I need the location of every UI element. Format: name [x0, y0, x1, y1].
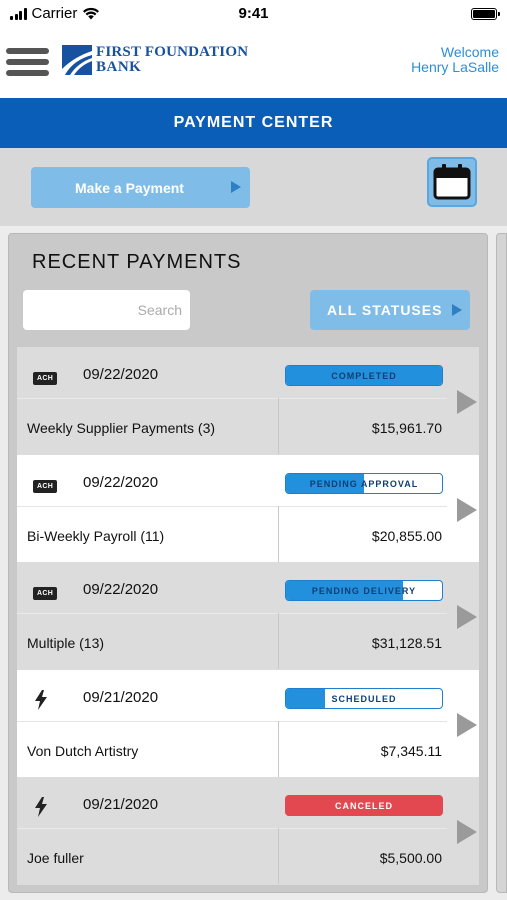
payment-date: 09/22/2020 [83, 366, 159, 383]
payment-description: Weekly Supplier Payments (3) [27, 420, 216, 436]
recent-payments-panel: RECENT PAYMENTS ALL STATUSES ACH 09/22/2… [8, 233, 488, 893]
chevron-right-icon[interactable] [457, 497, 477, 522]
payment-row[interactable]: ACH 09/22/2020 PENDING DELIVERY Multiple… [17, 562, 479, 670]
make-payment-button[interactable]: Make a Payment [31, 167, 250, 208]
payment-description: Von Dutch Artistry [27, 742, 139, 759]
payment-description: Multiple (13) [27, 635, 105, 651]
payment-description: Bi-Weekly Payroll (11) [27, 527, 165, 544]
menu-icon[interactable] [6, 48, 49, 76]
status-label: PENDING DELIVERY [311, 586, 417, 596]
bank-logo: FIRST FOUNDATION BANK [62, 45, 248, 75]
payment-date: 09/22/2020 [83, 581, 159, 598]
payment-amount: $31,128.51 [371, 635, 442, 651]
status-progress-bar: PENDING DELIVERY [285, 580, 443, 601]
ach-icon: ACH [33, 582, 58, 600]
calendar-icon [433, 164, 471, 200]
bank-logo-mark-icon [62, 45, 92, 75]
section-heading: RECENT PAYMENTS [32, 251, 242, 273]
search-input[interactable] [23, 290, 190, 330]
status-progress-bar: COMPLETED [285, 365, 443, 386]
calendar-button[interactable] [427, 157, 477, 207]
ach-icon: ACH [33, 367, 58, 385]
payment-amount: $7,345.11 [380, 742, 442, 759]
status-progress-bar: SCHEDULED [285, 687, 443, 709]
lightning-icon [33, 797, 49, 817]
welcome-message: Welcome Henry LaSalle [411, 45, 499, 75]
action-bar: Make a Payment [0, 148, 507, 226]
payment-row[interactable]: ACH 09/22/2020 PENDING APPROVAL Bi-Weekl… [17, 454, 479, 562]
logo-line-2: BANK [96, 59, 142, 75]
payment-amount: $5,500.00 [379, 850, 442, 866]
status-label: SCHEDULED [331, 693, 397, 704]
chevron-right-icon[interactable] [457, 712, 477, 737]
payment-date: 09/22/2020 [83, 473, 159, 491]
status-label: COMPLETED [331, 371, 397, 381]
chevron-right-icon[interactable] [457, 390, 477, 414]
status-progress-bar: CANCELED [285, 795, 443, 816]
ach-icon: ACH [33, 475, 58, 493]
status-bar: Carrier 9:41 [0, 0, 507, 28]
payment-row[interactable]: 09/21/2020 CANCELED Joe fuller $5,500.00 [17, 777, 479, 885]
payment-date: 09/21/2020 [83, 688, 159, 706]
payment-amount: $20,855.00 [371, 527, 442, 544]
payment-description: Joe fuller [27, 850, 84, 866]
status-label: PENDING APPROVAL [309, 478, 419, 489]
page-title: PAYMENT CENTER [0, 98, 507, 148]
welcome-label: Welcome [440, 44, 499, 60]
status-filter-label: ALL STATUSES [327, 302, 443, 318]
status-filter-button[interactable]: ALL STATUSES [310, 290, 470, 330]
app-header: FIRST FOUNDATION BANK Welcome Henry LaSa… [0, 28, 507, 98]
battery-icon [471, 8, 500, 20]
play-arrow-icon [231, 181, 241, 193]
make-payment-label: Make a Payment [75, 179, 184, 196]
status-label: CANCELED [334, 801, 393, 811]
clock: 9:41 [238, 5, 269, 22]
chevron-right-icon[interactable] [457, 820, 477, 844]
payments-list: ACH 09/22/2020 COMPLETED Weekly Supplier… [17, 347, 479, 885]
status-progress-bar: PENDING APPROVAL [285, 472, 443, 494]
chevron-right-icon[interactable] [457, 605, 477, 629]
lightning-icon [33, 689, 49, 710]
payment-date: 09/21/2020 [83, 796, 159, 813]
payment-row[interactable]: 09/21/2020 SCHEDULED Von Dutch Artistry … [17, 669, 479, 777]
logo-line-1: FIRST FOUNDATION [96, 44, 249, 60]
payment-row[interactable]: ACH 09/22/2020 COMPLETED Weekly Supplier… [17, 347, 479, 455]
play-arrow-icon [452, 304, 462, 316]
payment-amount: $15,961.70 [371, 420, 442, 436]
next-panel-edge [496, 233, 507, 893]
user-name: Henry LaSalle [411, 59, 499, 75]
